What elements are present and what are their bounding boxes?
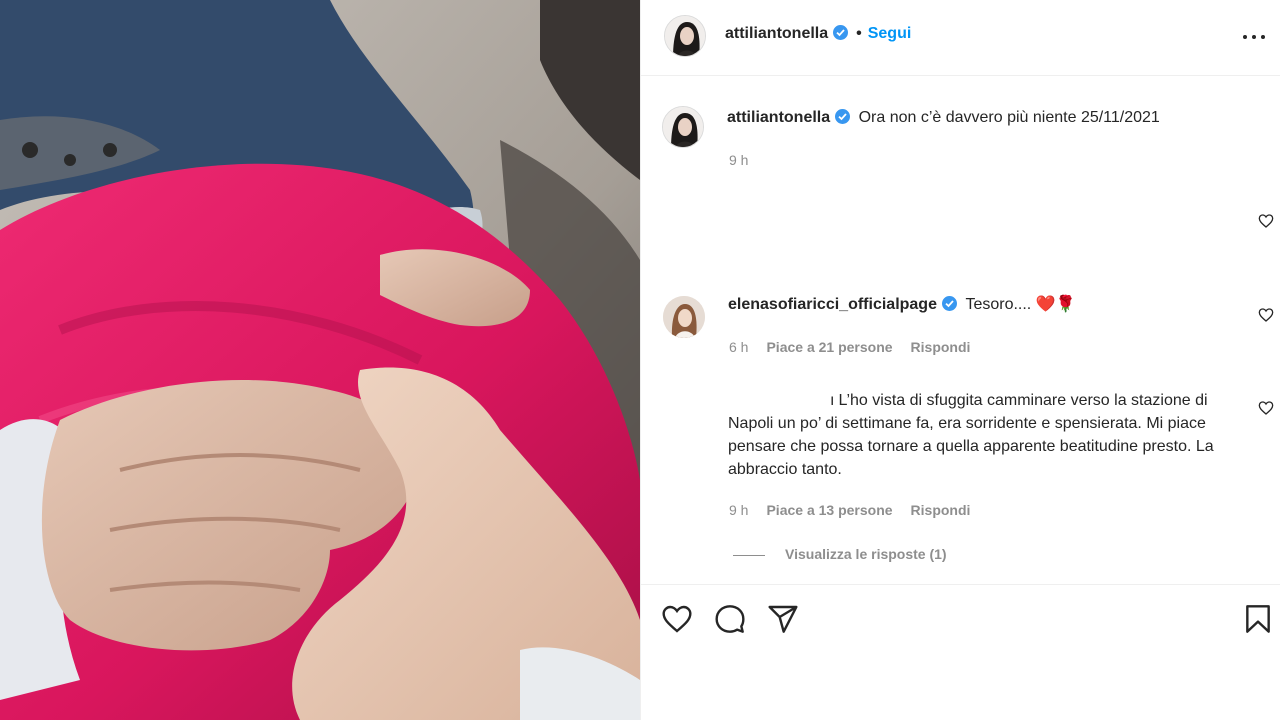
reply-button[interactable]: Rispondi: [911, 502, 971, 518]
post-actions-bar: [641, 584, 1280, 720]
comment-time[interactable]: 6 h: [729, 339, 748, 355]
view-replies-label: Visualizza le risposte (1): [785, 546, 947, 562]
follow-button[interactable]: Segui: [868, 25, 912, 42]
comment-line: elenasofiaricci_officialpage Tesoro.... …: [728, 295, 1076, 315]
comment-text: Tesoro....: [965, 296, 1036, 313]
reply-button[interactable]: Rispondi: [911, 339, 971, 355]
separator-dot: •: [856, 25, 862, 42]
comment-time[interactable]: 9 h: [729, 502, 748, 518]
replies-divider: [733, 554, 765, 556]
author-username[interactable]: attiliantonella: [725, 25, 828, 42]
bookmark-icon[interactable]: [1242, 603, 1274, 635]
caption-author-avatar[interactable]: [662, 106, 704, 148]
comment-lead-char: ı: [830, 392, 835, 409]
post-image-hands: [0, 0, 640, 720]
post-header: attiliantonella • Segui: [641, 0, 1280, 76]
header-user-line: attiliantonella • Segui: [725, 24, 911, 44]
comment-likes-count[interactable]: Piace a 21 persone: [766, 339, 892, 355]
caption-line: attiliantonella Ora non c’è davvero più …: [727, 108, 1160, 128]
commenter-username[interactable]: elenasofiaricci_officialpage: [728, 296, 937, 313]
verified-badge-icon: [835, 109, 851, 124]
heart-icon[interactable]: [661, 603, 693, 635]
comment-meta: 9 h Piace a 13 persone Rispondi: [729, 502, 970, 518]
verified-badge-icon: [833, 25, 849, 40]
view-replies-button[interactable]: Visualizza le risposte (1): [733, 546, 947, 562]
comment-meta: 6 h Piace a 21 persone Rispondi: [729, 339, 970, 355]
heart-rose-emoji: ❤️🌹: [1035, 296, 1076, 313]
comment-like-heart-icon[interactable]: [1258, 213, 1274, 229]
verified-badge-icon: [941, 296, 957, 311]
comment-body: L’ho vista di sfuggita camminare verso l…: [728, 392, 1214, 478]
post-photo[interactable]: [0, 0, 640, 720]
comment-like-heart-icon[interactable]: [1258, 307, 1274, 323]
comments-list: attiliantonella Ora non c’è davvero più …: [641, 77, 1280, 583]
caption-time[interactable]: 9 h: [729, 152, 748, 168]
author-avatar[interactable]: [664, 15, 706, 57]
comment-likes-count[interactable]: Piace a 13 persone: [766, 502, 892, 518]
more-horizontal-icon[interactable]: [1241, 26, 1267, 46]
share-icon[interactable]: [767, 603, 799, 635]
caption-username[interactable]: attiliantonella: [727, 109, 830, 126]
caption-text: Ora non c’è davvero più niente 25/11/202…: [858, 109, 1160, 126]
comment-icon[interactable]: [714, 603, 746, 635]
comment-text-long: ı L’ho vista di sfuggita camminare verso …: [728, 389, 1228, 481]
commenter-avatar[interactable]: [663, 296, 705, 338]
comment-like-heart-icon[interactable]: [1258, 400, 1274, 416]
post-detail-panel: attiliantonella • Segui attiliantonella Or…: [640, 0, 1280, 720]
